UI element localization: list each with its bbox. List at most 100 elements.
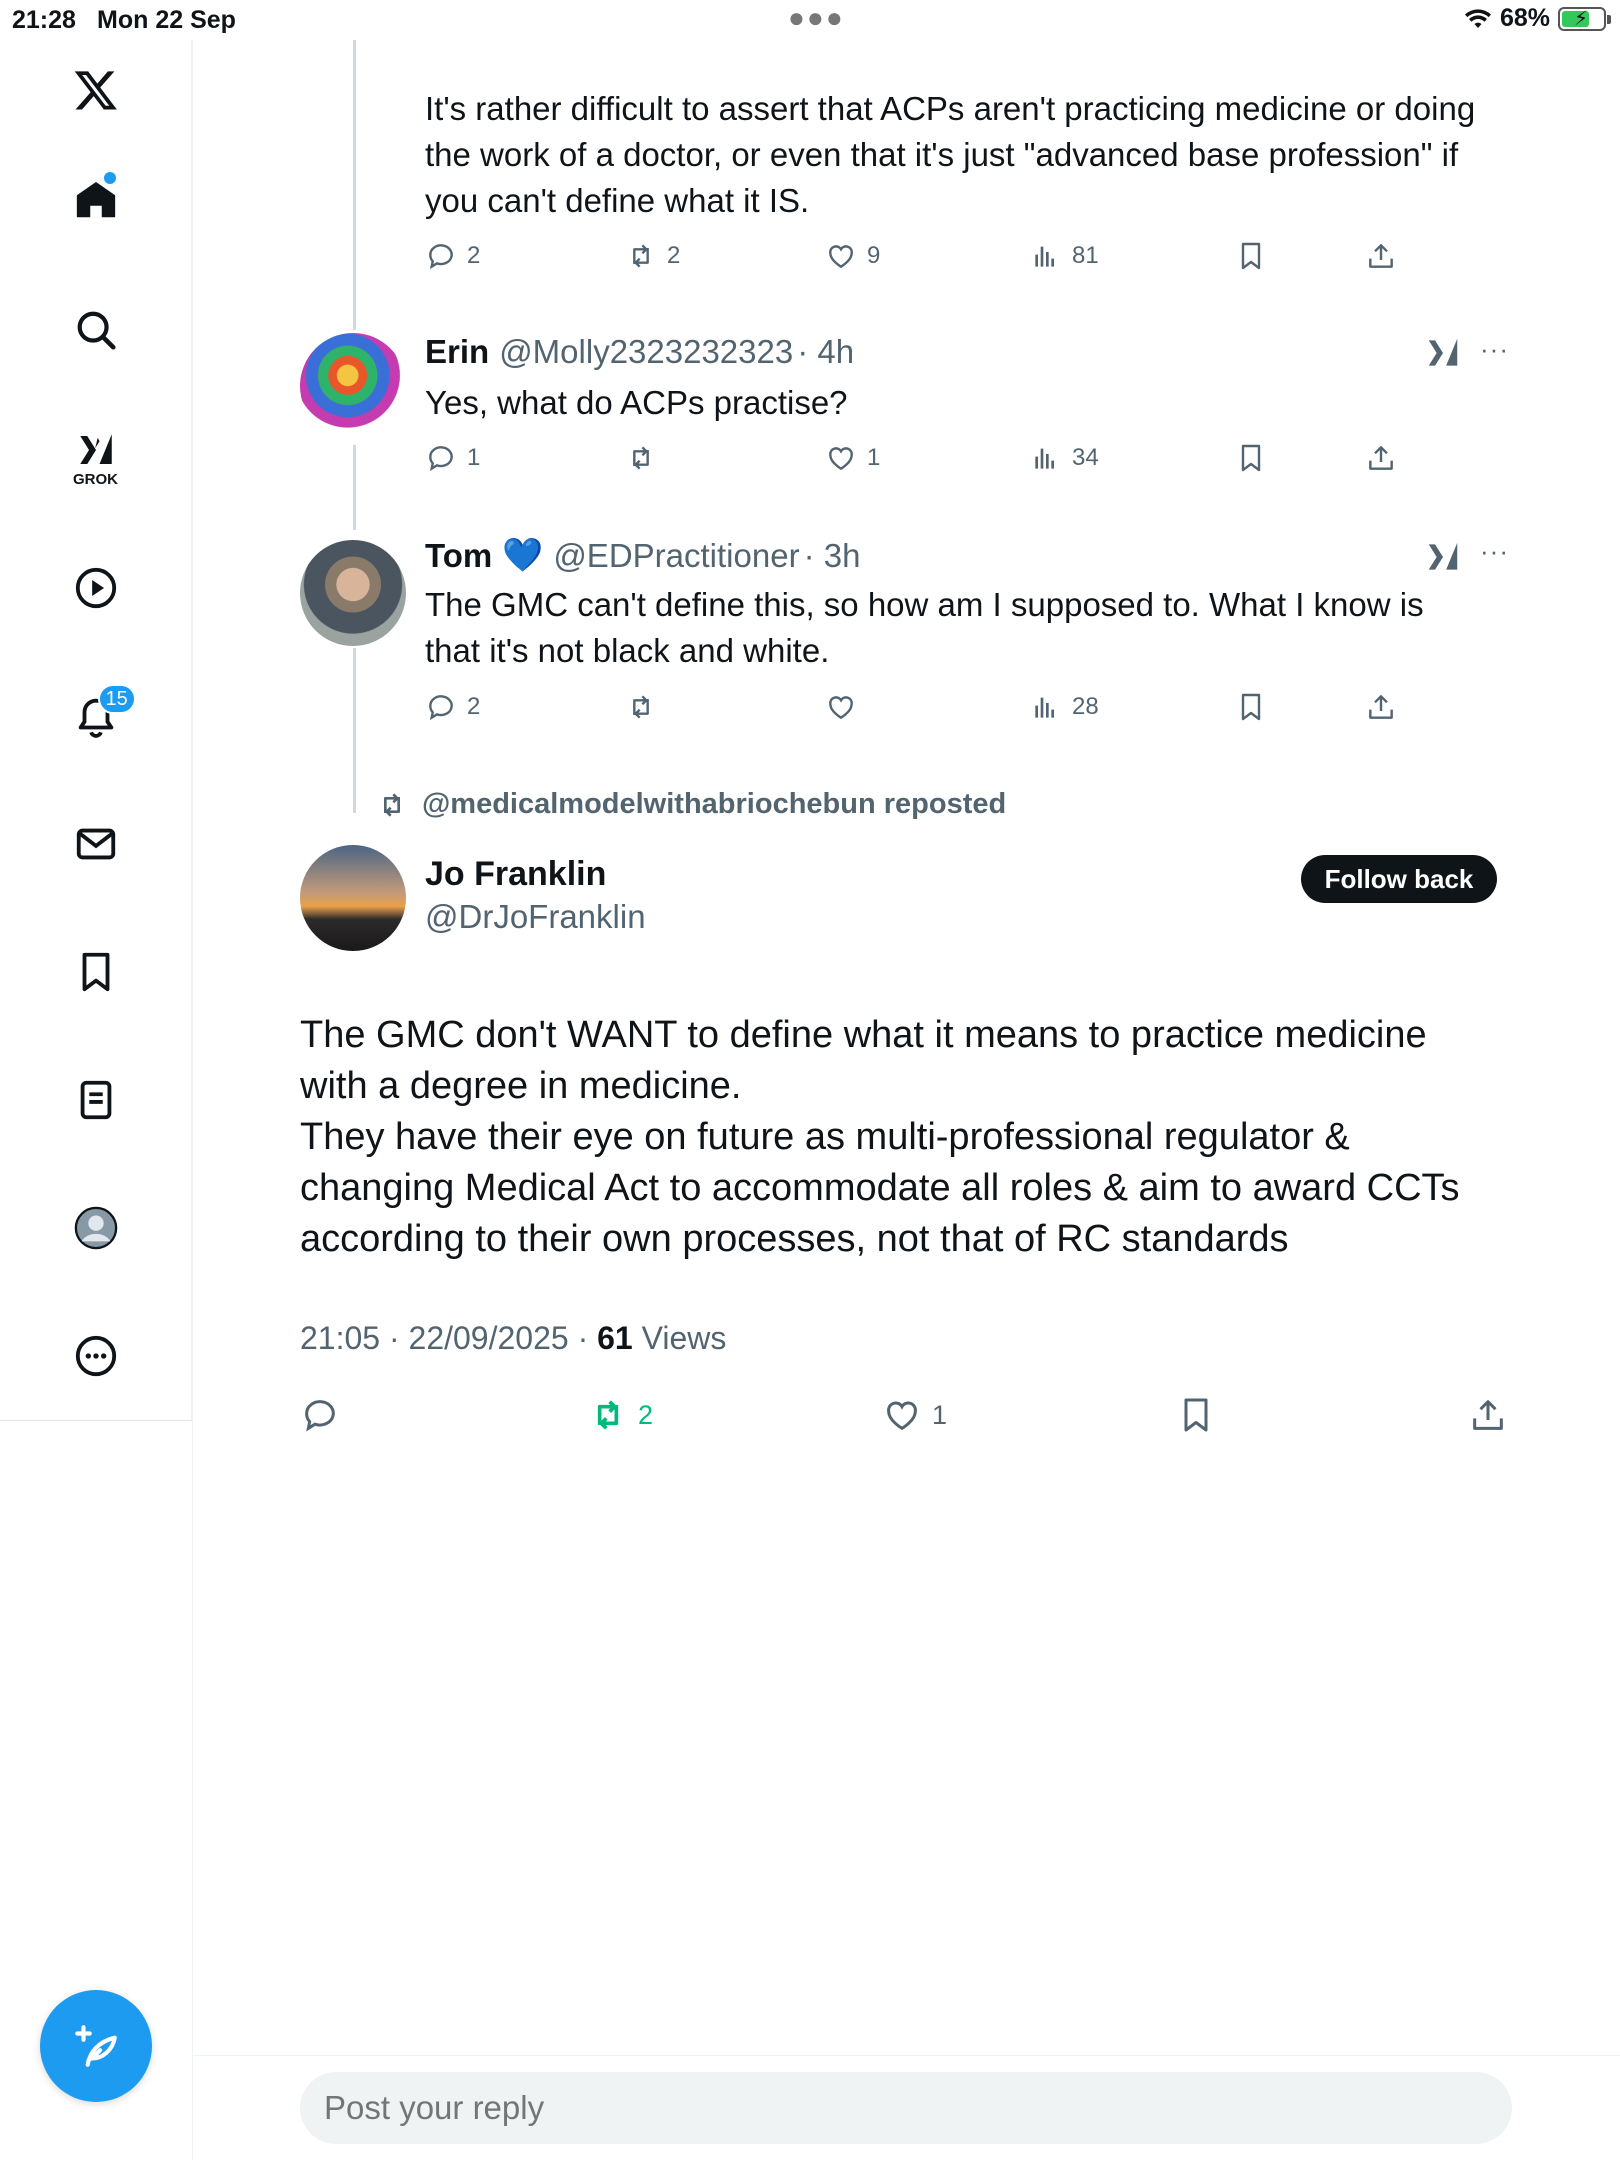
repost-icon — [633, 695, 649, 719]
repost-button[interactable]: 2 — [588, 1395, 653, 1435]
avatar-tom[interactable] — [300, 540, 406, 646]
views-label: Views — [632, 1320, 727, 1356]
main-post-paragraph: They have their eye on future as multi-p… — [300, 1116, 1460, 1260]
repost-count: 2 — [667, 242, 681, 269]
home-icon[interactable] — [56, 160, 136, 240]
reply-button[interactable]: 2 — [425, 240, 480, 272]
grok-explain-icon[interactable] — [1424, 538, 1462, 576]
like-count: 1 — [932, 1399, 948, 1430]
views-button[interactable]: 34 — [1030, 442, 1099, 474]
share-icon — [1369, 446, 1393, 470]
wifi-icon — [1464, 8, 1491, 28]
post-text: The GMC can't define this, so how am I s… — [425, 586, 1424, 669]
bookmark-icon — [1241, 693, 1261, 721]
multitasking-dots-icon[interactable]: ●●● — [788, 2, 845, 34]
heart-icon — [829, 447, 853, 471]
reply-icon — [429, 695, 453, 721]
more-options-icon[interactable]: ··· — [1480, 334, 1509, 365]
more-options-icon[interactable]: ··· — [1480, 536, 1509, 567]
post-text: It's rather difficult to assert that ACP… — [425, 90, 1476, 219]
grok-label: GROK — [73, 470, 118, 488]
battery-percent: 68% — [1499, 4, 1550, 32]
compose-post-button[interactable] — [40, 1990, 152, 2102]
share-button[interactable] — [1365, 691, 1397, 723]
post-timestamp[interactable]: 21:05 · 22/09/2025 · — [300, 1320, 597, 1356]
avatar-jo-franklin[interactable] — [300, 845, 406, 951]
like-button[interactable]: 1 — [882, 1395, 947, 1435]
profile-avatar-icon[interactable] — [56, 1188, 136, 1268]
reply-icon — [429, 446, 453, 472]
views-button[interactable]: 81 — [1030, 240, 1099, 272]
share-button[interactable] — [1468, 1395, 1508, 1435]
reply-count: 2 — [467, 242, 481, 269]
notifications-badge: 15 — [97, 684, 136, 714]
notifications-bell-icon[interactable]: 15 — [56, 676, 136, 756]
more-options-icon[interactable] — [56, 1316, 136, 1396]
post-actions: 1 1 34 — [425, 442, 1425, 482]
reply-icon — [429, 244, 453, 270]
views-chart-icon — [1035, 246, 1054, 267]
share-icon — [1473, 1400, 1503, 1430]
compose-feather-icon — [75, 2025, 117, 2067]
share-icon — [1369, 695, 1393, 719]
author-name[interactable]: Erin — [425, 333, 489, 371]
reply-button[interactable]: 2 — [425, 691, 480, 723]
views-chart-icon — [1035, 448, 1054, 469]
repost-button[interactable]: 2 — [625, 240, 680, 272]
messages-envelope-icon[interactable] — [56, 804, 136, 884]
author-name[interactable]: Jo Franklin — [425, 855, 606, 894]
post-text: Yes, what do ACPs practise? — [425, 384, 848, 421]
bookmark-button[interactable] — [1235, 240, 1267, 272]
views-count: 61 — [597, 1320, 633, 1356]
main-post-paragraph: The GMC don't WANT to define what it mea… — [300, 1014, 1427, 1107]
status-right: 68% ⚡ — [1464, 4, 1611, 33]
bookmark-icon — [1241, 444, 1261, 472]
repost-indicator[interactable]: @medicalmodelwithabriochebun reposted — [376, 788, 1006, 821]
avatar-erin[interactable] — [300, 333, 406, 439]
like-button[interactable]: 1 — [825, 442, 880, 474]
author-name[interactable]: Tom — [425, 537, 492, 575]
sidebar: GROK 15 — [0, 40, 192, 1420]
battery-icon: ⚡ — [1558, 6, 1611, 31]
reply-button[interactable] — [300, 1395, 340, 1435]
repost-button[interactable] — [625, 691, 657, 723]
reply-count: 1 — [467, 444, 481, 471]
post-actions: 2 2 9 81 — [425, 240, 1425, 280]
repost-button[interactable] — [625, 442, 657, 474]
grok-explain-icon[interactable] — [1424, 334, 1462, 372]
like-count: 1 — [867, 444, 881, 471]
video-play-icon[interactable] — [56, 548, 136, 628]
share-button[interactable] — [1365, 442, 1397, 474]
post-meta: 21:05 · 22/09/2025 · 61 Views — [300, 1320, 726, 1357]
thread-line — [353, 445, 356, 530]
bookmark-button[interactable] — [1235, 442, 1267, 474]
author-handle[interactable]: @Molly2323232323 — [499, 333, 793, 371]
post-time[interactable]: · 4h — [797, 333, 854, 371]
reply-input[interactable] — [300, 2072, 1512, 2144]
views-button[interactable]: 28 — [1030, 691, 1099, 723]
author-handle[interactable]: @DrJoFranklin — [425, 898, 646, 936]
reply-icon — [305, 1400, 335, 1432]
follow-back-button[interactable]: Follow back — [1301, 855, 1497, 903]
reply-button[interactable]: 1 — [425, 442, 480, 474]
x-logo-icon[interactable] — [56, 50, 136, 130]
post-header: Erin @Molly2323232323 · 4h — [425, 333, 854, 371]
views-count: 34 — [1072, 444, 1099, 471]
repost-icon — [597, 1400, 619, 1430]
search-icon[interactable] — [56, 290, 136, 370]
like-button[interactable] — [825, 691, 857, 723]
bookmark-button[interactable] — [1235, 691, 1267, 723]
post-time[interactable]: · 3h — [804, 537, 861, 575]
bookmark-button[interactable] — [1176, 1395, 1216, 1435]
lists-icon[interactable] — [56, 1060, 136, 1140]
repost-icon — [633, 446, 649, 470]
bookmarks-icon[interactable] — [56, 932, 136, 1012]
like-button[interactable]: 9 — [825, 240, 880, 272]
bookmark-icon — [1241, 242, 1261, 270]
author-handle[interactable]: @EDPractitioner — [553, 537, 799, 575]
post-actions: 2 28 — [425, 691, 1425, 731]
share-button[interactable] — [1365, 240, 1397, 272]
heart-icon — [887, 1401, 917, 1431]
grok-icon[interactable]: GROK — [56, 418, 136, 498]
home-unread-dot — [103, 172, 116, 184]
